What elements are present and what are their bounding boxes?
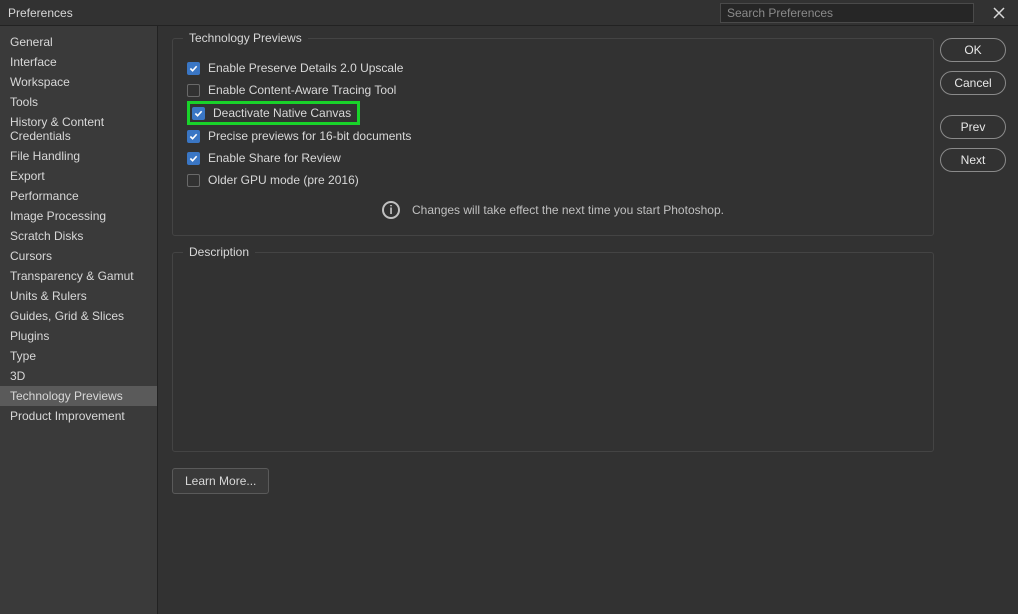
sidebar-item-workspace[interactable]: Workspace (0, 72, 157, 92)
checkbox-older-gpu-mode-pre-2016-[interactable]: Older GPU mode (pre 2016) (187, 169, 919, 191)
sidebar-item-tools[interactable]: Tools (0, 92, 157, 112)
sidebar-item-transparency-gamut[interactable]: Transparency & Gamut (0, 266, 157, 286)
sidebar: GeneralInterfaceWorkspaceToolsHistory & … (0, 26, 158, 614)
check-icon (189, 132, 198, 141)
checkbox-label: Precise previews for 16-bit documents (208, 129, 411, 143)
checkbox-enable-content-aware-tracing-tool[interactable]: Enable Content-Aware Tracing Tool (187, 79, 919, 101)
sidebar-item-interface[interactable]: Interface (0, 52, 157, 72)
sidebar-item-export[interactable]: Export (0, 166, 157, 186)
group-legend: Technology Previews (183, 31, 308, 45)
description-group: Description (172, 252, 934, 452)
check-icon (189, 64, 198, 73)
dialog-buttons: OK Cancel Prev Next (940, 26, 1018, 614)
checkbox-box (192, 107, 205, 120)
checkbox-box (187, 84, 200, 97)
sidebar-item-history-content-credentials[interactable]: History & Content Credentials (0, 112, 157, 146)
checkbox-box (187, 130, 200, 143)
sidebar-item-units-rulers[interactable]: Units & Rulers (0, 286, 157, 306)
info-text: Changes will take effect the next time y… (412, 203, 724, 217)
prev-button[interactable]: Prev (940, 115, 1006, 139)
sidebar-item-cursors[interactable]: Cursors (0, 246, 157, 266)
next-button[interactable]: Next (940, 148, 1006, 172)
checkbox-deactivate-native-canvas[interactable]: Deactivate Native Canvas (187, 101, 360, 125)
learn-more-button[interactable]: Learn More... (172, 468, 269, 494)
titlebar: Preferences (0, 0, 1018, 26)
sidebar-item-general[interactable]: General (0, 32, 157, 52)
checkbox-precise-previews-for-16-bit-documents[interactable]: Precise previews for 16-bit documents (187, 125, 919, 147)
close-icon (992, 6, 1006, 20)
search-input[interactable] (720, 3, 974, 23)
sidebar-item-scratch-disks[interactable]: Scratch Disks (0, 226, 157, 246)
dialog-body: GeneralInterfaceWorkspaceToolsHistory & … (0, 26, 1018, 614)
checkbox-label: Older GPU mode (pre 2016) (208, 173, 359, 187)
checkbox-enable-preserve-details-2-0-upscale[interactable]: Enable Preserve Details 2.0 Upscale (187, 57, 919, 79)
sidebar-item-plugins[interactable]: Plugins (0, 326, 157, 346)
info-row: i Changes will take effect the next time… (187, 191, 919, 221)
checkbox-box (187, 174, 200, 187)
sidebar-item-3d[interactable]: 3D (0, 366, 157, 386)
checkbox-label: Deactivate Native Canvas (213, 106, 351, 120)
checkbox-label: Enable Preserve Details 2.0 Upscale (208, 61, 403, 75)
main-panel: Technology Previews Enable Preserve Deta… (158, 26, 1018, 614)
check-icon (189, 154, 198, 163)
content-area: Technology Previews Enable Preserve Deta… (158, 26, 940, 614)
checkbox-label: Enable Content-Aware Tracing Tool (208, 83, 396, 97)
group-legend: Description (183, 245, 255, 259)
check-icon (194, 109, 203, 118)
sidebar-item-guides-grid-slices[interactable]: Guides, Grid & Slices (0, 306, 157, 326)
window-title: Preferences (8, 6, 73, 20)
sidebar-item-performance[interactable]: Performance (0, 186, 157, 206)
sidebar-item-file-handling[interactable]: File Handling (0, 146, 157, 166)
sidebar-item-technology-previews[interactable]: Technology Previews (0, 386, 157, 406)
tech-previews-group: Technology Previews Enable Preserve Deta… (172, 38, 934, 236)
close-button[interactable] (988, 2, 1010, 24)
cancel-button[interactable]: Cancel (940, 71, 1006, 95)
sidebar-item-type[interactable]: Type (0, 346, 157, 366)
info-icon: i (382, 201, 400, 219)
checkbox-box (187, 152, 200, 165)
checkbox-label: Enable Share for Review (208, 151, 341, 165)
sidebar-item-product-improvement[interactable]: Product Improvement (0, 406, 157, 426)
checkbox-enable-share-for-review[interactable]: Enable Share for Review (187, 147, 919, 169)
ok-button[interactable]: OK (940, 38, 1006, 62)
sidebar-item-image-processing[interactable]: Image Processing (0, 206, 157, 226)
checkbox-box (187, 62, 200, 75)
